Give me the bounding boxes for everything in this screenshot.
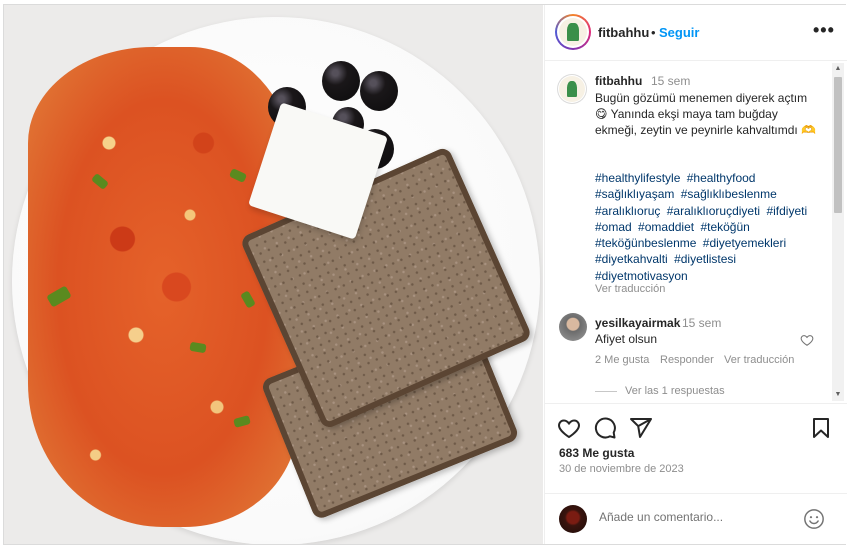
post-image[interactable] — [4, 5, 543, 544]
hashtag-link[interactable]: #healthylifestyle — [595, 171, 680, 185]
post-side-panel: fitbahhu • Seguir ••• fitbahhu 15 sem Bu… — [544, 5, 847, 544]
comment-translation-link[interactable]: Ver traducción — [724, 354, 794, 366]
hashtag-link[interactable]: #diyetmotivasyon — [595, 269, 688, 283]
scroll-up-arrow-icon[interactable]: ▲ — [834, 65, 842, 73]
caption-text: Bugün gözümü menemen diyerek açtım 😋 Yan… — [595, 91, 817, 137]
scroll-thumb[interactable] — [834, 77, 842, 213]
view-replies-button[interactable]: Ver las 1 respuestas — [625, 385, 725, 397]
hashtag-link[interactable]: #sağlıklıyaşam — [595, 187, 674, 201]
scroll-down-arrow-icon[interactable]: ▼ — [834, 391, 842, 399]
commenter-avatar[interactable] — [559, 313, 587, 341]
hashtag-link[interactable]: #sağlıklıbeslenme — [681, 187, 777, 201]
profile-avatar[interactable] — [555, 14, 591, 50]
hashtag-link[interactable]: #diyetyemekleri — [703, 236, 786, 250]
separator-dot: • — [651, 25, 656, 40]
comment-like-icon[interactable] — [800, 333, 814, 347]
like-count[interactable]: 683 Me gusta — [559, 446, 634, 460]
follow-button[interactable]: Seguir — [659, 25, 699, 40]
comment-icon[interactable] — [593, 416, 617, 440]
hashtag-link[interactable]: #teköğün — [700, 220, 749, 234]
hashtag-link[interactable]: #teköğünbeslenme — [595, 236, 696, 250]
share-icon[interactable] — [629, 416, 653, 440]
comment-text: Afiyet olsun — [595, 332, 658, 346]
post-date[interactable]: 30 de noviembre de 2023 — [559, 463, 684, 475]
caption-avatar[interactable] — [557, 74, 587, 104]
post-header: fitbahhu • Seguir ••• — [545, 5, 847, 61]
reply-button[interactable]: Responder — [660, 354, 714, 366]
comment-username[interactable]: yesilkayairmak — [595, 316, 680, 330]
hashtag-list: #healthylifestyle #healthyfood #sağlıklı… — [595, 170, 823, 284]
comments-scrollbar[interactable]: ▲ ▼ — [832, 63, 844, 401]
comment-timestamp[interactable]: 15 sem — [682, 316, 721, 330]
hashtag-link[interactable]: #aralıklıoruç — [595, 204, 660, 218]
more-options-icon[interactable]: ••• — [813, 21, 835, 39]
heart-icon[interactable] — [557, 416, 581, 440]
menemen — [28, 47, 298, 527]
caption-username[interactable]: fitbahhu — [595, 74, 642, 88]
add-comment-bar — [545, 493, 847, 545]
bookmark-icon[interactable] — [809, 416, 833, 440]
comments-section: fitbahhu 15 sem Bugün gözümü menemen diy… — [545, 61, 831, 401]
hashtag-link[interactable]: #diyetkahvalti — [595, 252, 668, 266]
hashtag-link[interactable]: #ifdiyeti — [766, 204, 807, 218]
comment-input[interactable] — [599, 510, 799, 524]
emoji-icon[interactable] — [803, 508, 825, 530]
hashtag-link[interactable]: #omad — [595, 220, 632, 234]
caption-timestamp[interactable]: 15 sem — [651, 74, 690, 88]
current-user-avatar — [559, 505, 587, 533]
olive — [322, 61, 360, 101]
hashtag-link[interactable]: #diyetlistesi — [674, 252, 736, 266]
comment-likes[interactable]: 2 Me gusta — [595, 354, 649, 366]
post-username[interactable]: fitbahhu — [598, 25, 649, 40]
hashtag-link[interactable]: #aralıklıoruçdiyeti — [667, 204, 760, 218]
hashtag-link[interactable]: #healthyfood — [687, 171, 756, 185]
action-bar — [545, 403, 847, 452]
hashtag-link[interactable]: #omaddiet — [638, 220, 694, 234]
replies-divider — [595, 391, 617, 392]
see-translation-link[interactable]: Ver traducción — [595, 283, 665, 295]
olive — [360, 71, 398, 111]
